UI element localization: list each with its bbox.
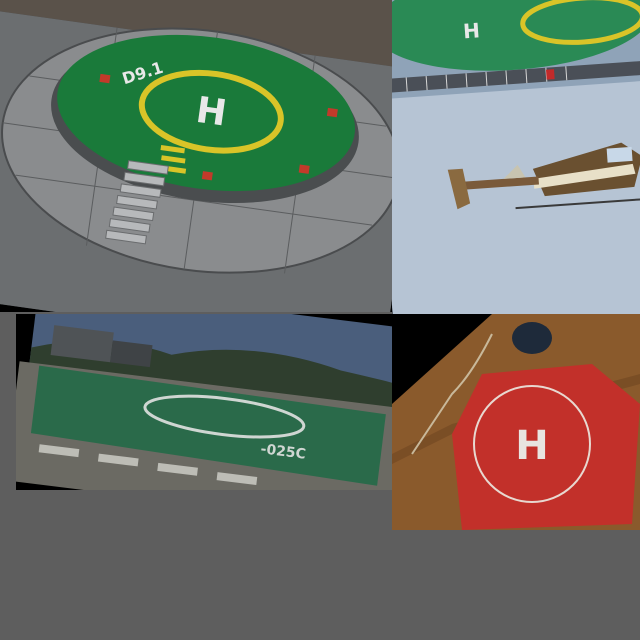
helipad-h-marking: H bbox=[462, 18, 480, 43]
helicopter-landing-panel: H bbox=[392, 0, 640, 314]
helipad-h-marking: H bbox=[193, 90, 229, 135]
helipad-h-marking: H bbox=[515, 423, 548, 469]
ground-helipad-photo-panel: -025C bbox=[16, 314, 392, 490]
helicopter-landing-image: H bbox=[392, 0, 640, 314]
indoor-helipad-mat-panel: H bbox=[392, 314, 640, 530]
rooftop-helipad-render-panel: H D9.1 bbox=[0, 0, 392, 312]
rooftop-helipad-image: H D9.1 bbox=[0, 0, 392, 312]
indoor-helipad-mat-image: H bbox=[392, 314, 640, 530]
ground-helipad-image: -025C bbox=[16, 314, 392, 490]
